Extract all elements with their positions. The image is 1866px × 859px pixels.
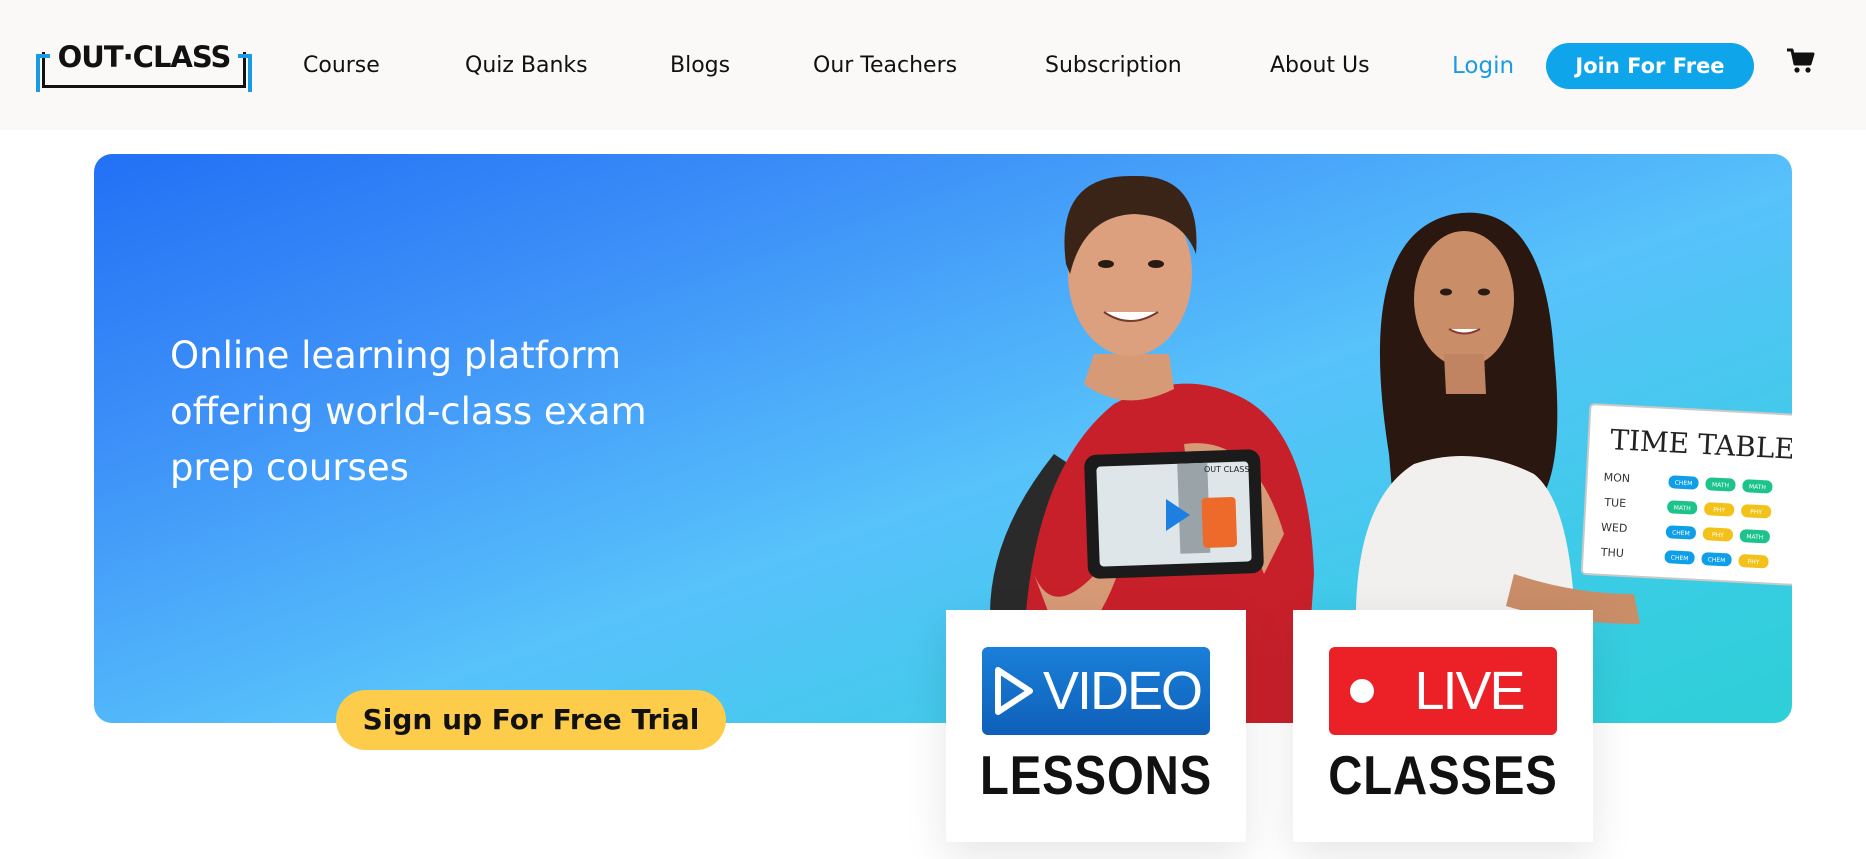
svg-text:MATH: MATH — [1712, 481, 1729, 489]
tablet-device: OUT CLASS — [1084, 449, 1264, 579]
svg-text:WED: WED — [1601, 521, 1628, 535]
nav-about-us[interactable]: About Us — [1270, 48, 1370, 84]
svg-text:MATH: MATH — [1749, 483, 1766, 491]
svg-text:CHEM: CHEM — [1671, 554, 1689, 562]
live-badge: LIVE — [1329, 647, 1557, 735]
svg-text:PHY: PHY — [1713, 507, 1725, 515]
classes-label: CLASSES — [1328, 744, 1558, 806]
svg-text:CHEM: CHEM — [1674, 480, 1692, 488]
svg-text:CHEM: CHEM — [1708, 556, 1726, 564]
nav-blogs[interactable]: Blogs — [670, 48, 730, 84]
site-header: OUT·CLASS Course Quiz Banks Blogs Our Te… — [0, 0, 1866, 130]
nav-quiz-banks[interactable]: Quiz Banks — [465, 48, 588, 84]
svg-text:PHY: PHY — [1747, 558, 1759, 566]
nav-course[interactable]: Course — [303, 48, 380, 84]
video-badge: VIDEO — [982, 647, 1210, 735]
svg-text:MATH: MATH — [1746, 533, 1763, 541]
sign-up-free-trial-button[interactable]: Sign up For Free Trial — [336, 690, 726, 750]
login-link[interactable]: Login — [1452, 48, 1514, 84]
svg-text:THU: THU — [1599, 546, 1624, 560]
svg-text:CHEM: CHEM — [1672, 529, 1690, 537]
logo-text: OUT·CLASS — [57, 40, 232, 74]
video-lessons-card[interactable]: VIDEO LESSONS — [946, 610, 1246, 842]
svg-text:MON: MON — [1603, 471, 1630, 485]
nav-our-teachers[interactable]: Our Teachers — [813, 48, 957, 84]
svg-text:MATH: MATH — [1674, 505, 1691, 513]
video-badge-text: VIDEO — [1042, 661, 1203, 721]
play-icon — [995, 667, 1033, 715]
svg-text:TUE: TUE — [1603, 496, 1626, 510]
live-dot-icon — [1350, 679, 1374, 703]
svg-text:OUT CLASS: OUT CLASS — [1204, 465, 1249, 474]
cart-icon[interactable] — [1786, 46, 1816, 76]
join-for-free-button[interactable]: Join For Free — [1546, 43, 1754, 89]
svg-text:PHY: PHY — [1750, 509, 1762, 517]
hero-headline: Online learning platform offering world-… — [170, 334, 647, 489]
nav-subscription[interactable]: Subscription — [1045, 48, 1182, 84]
svg-text:PHY: PHY — [1712, 532, 1724, 540]
live-badge-text: LIVE — [1414, 661, 1525, 721]
live-classes-card[interactable]: LIVE CLASSES — [1293, 610, 1593, 842]
lessons-label: LESSONS — [979, 744, 1213, 806]
timetable-board: TIME TABLE MON TUE WED THU CHEM MATH MAT… — [1580, 403, 1792, 587]
outclass-logo[interactable]: OUT·CLASS — [36, 40, 252, 92]
